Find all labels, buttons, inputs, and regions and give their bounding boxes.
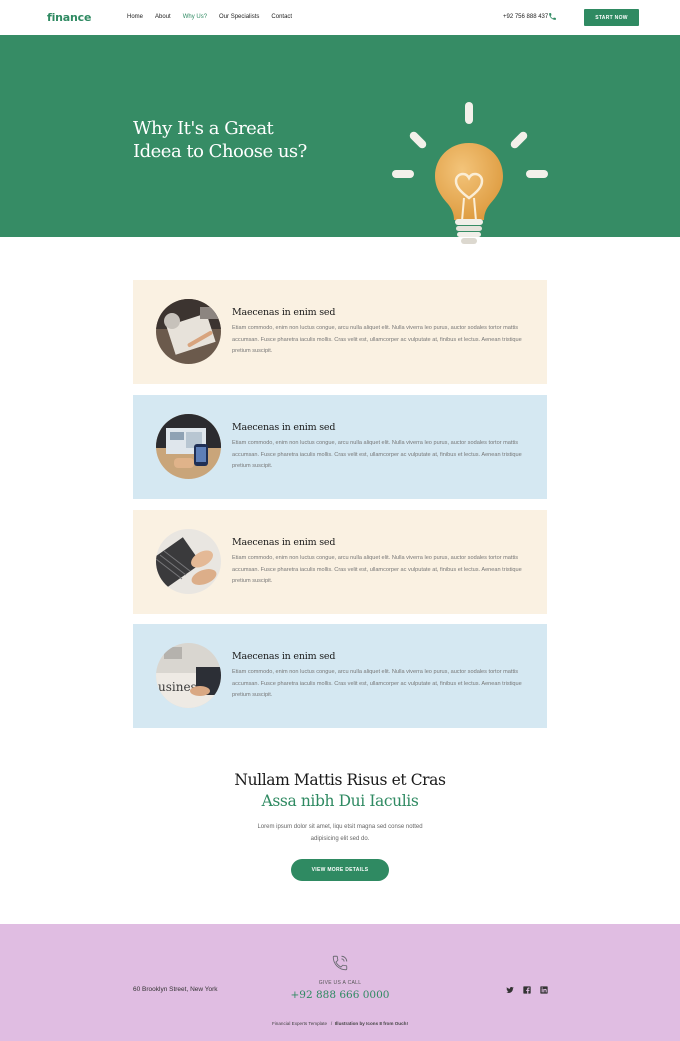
logo[interactable]: finance <box>47 11 91 24</box>
copyright-separator: / <box>328 1021 334 1026</box>
footer-phone-number[interactable]: +92 888 666 0000 <box>0 989 680 1001</box>
footer: 60 Brooklyn Street, New York GIVE US A C… <box>0 924 680 1041</box>
cta-text: Lorem ipsum dolor sit amet, liqu etsit m… <box>257 824 423 842</box>
copyright-line: Financial Experts Template / Illustratio… <box>0 1021 680 1026</box>
menu-item-home[interactable]: Home <box>127 14 143 20</box>
main-menu: Home About Why Us? Our Specialists Conta… <box>127 14 304 20</box>
hero-title-line2: Ideea to Choose us? <box>133 141 307 162</box>
card-title: Maecenas in enim sed <box>232 537 336 548</box>
facebook-icon[interactable] <box>523 986 531 994</box>
view-more-details-button[interactable]: VIEW MORE DETAILS <box>291 859 389 881</box>
nav-phone-number[interactable]: +92 756 888 437 <box>503 14 548 20</box>
twitter-icon[interactable] <box>506 986 514 994</box>
card-photo-keyboard <box>156 529 221 594</box>
cta-title-line2: Assa nibh Dui Iaculis <box>261 792 419 810</box>
hero-section: Why It's a Great Ideea to Choose us? <box>0 35 680 244</box>
feature-card: Maecenas in enim sed Etiam commodo, enim… <box>133 395 547 499</box>
menu-item-why-us[interactable]: Why Us? <box>183 14 207 20</box>
copyright-credit[interactable]: Illustration by Icons 8 from Ouch! <box>335 1021 408 1026</box>
start-now-button[interactable]: START NOW <box>584 9 639 26</box>
card-text: Etiam commodo, enim non luctus congue, a… <box>232 555 522 584</box>
copyright-template-name: Financial Experts Template <box>271 1021 328 1026</box>
card-text: Etiam commodo, enim non luctus congue, a… <box>232 669 522 698</box>
card-photo-business-newspaper: usiness <box>156 643 221 708</box>
feature-card: Maecenas in enim sed Etiam commodo, enim… <box>133 510 547 614</box>
feature-card: Maecenas in enim sed Etiam commodo, enim… <box>133 280 547 384</box>
card-text: Etiam commodo, enim non luctus congue, a… <box>232 440 522 469</box>
menu-item-about[interactable]: About <box>155 14 171 20</box>
card-photo-desk-writing <box>156 299 221 364</box>
social-links <box>506 986 548 994</box>
hero-title-line1: Why It's a Great <box>133 118 274 139</box>
card-title: Maecenas in enim sed <box>232 307 336 318</box>
card-title: Maecenas in enim sed <box>232 651 336 662</box>
card-text: Etiam commodo, enim non luctus congue, a… <box>232 325 522 354</box>
menu-item-contact[interactable]: Contact <box>271 14 292 20</box>
give-us-a-call-label: GIVE US A CALL <box>318 980 362 986</box>
linkedin-icon[interactable] <box>540 986 548 994</box>
call-icon <box>332 955 348 971</box>
menu-item-our-specialists[interactable]: Our Specialists <box>219 14 259 20</box>
card-photo-laptop <box>156 414 221 479</box>
feature-card: usiness Maecenas in enim sed Etiam commo… <box>133 624 547 728</box>
cta-title-line1: Nullam Mattis Risus et Cras <box>234 771 446 789</box>
top-nav: finance Home About Why Us? Our Specialis… <box>0 0 680 35</box>
card-title: Maecenas in enim sed <box>232 422 336 433</box>
hero-title: Why It's a Great Ideea to Choose us? <box>133 117 363 163</box>
lightbulb-illustration <box>392 102 548 244</box>
phone-icon[interactable] <box>548 12 557 21</box>
